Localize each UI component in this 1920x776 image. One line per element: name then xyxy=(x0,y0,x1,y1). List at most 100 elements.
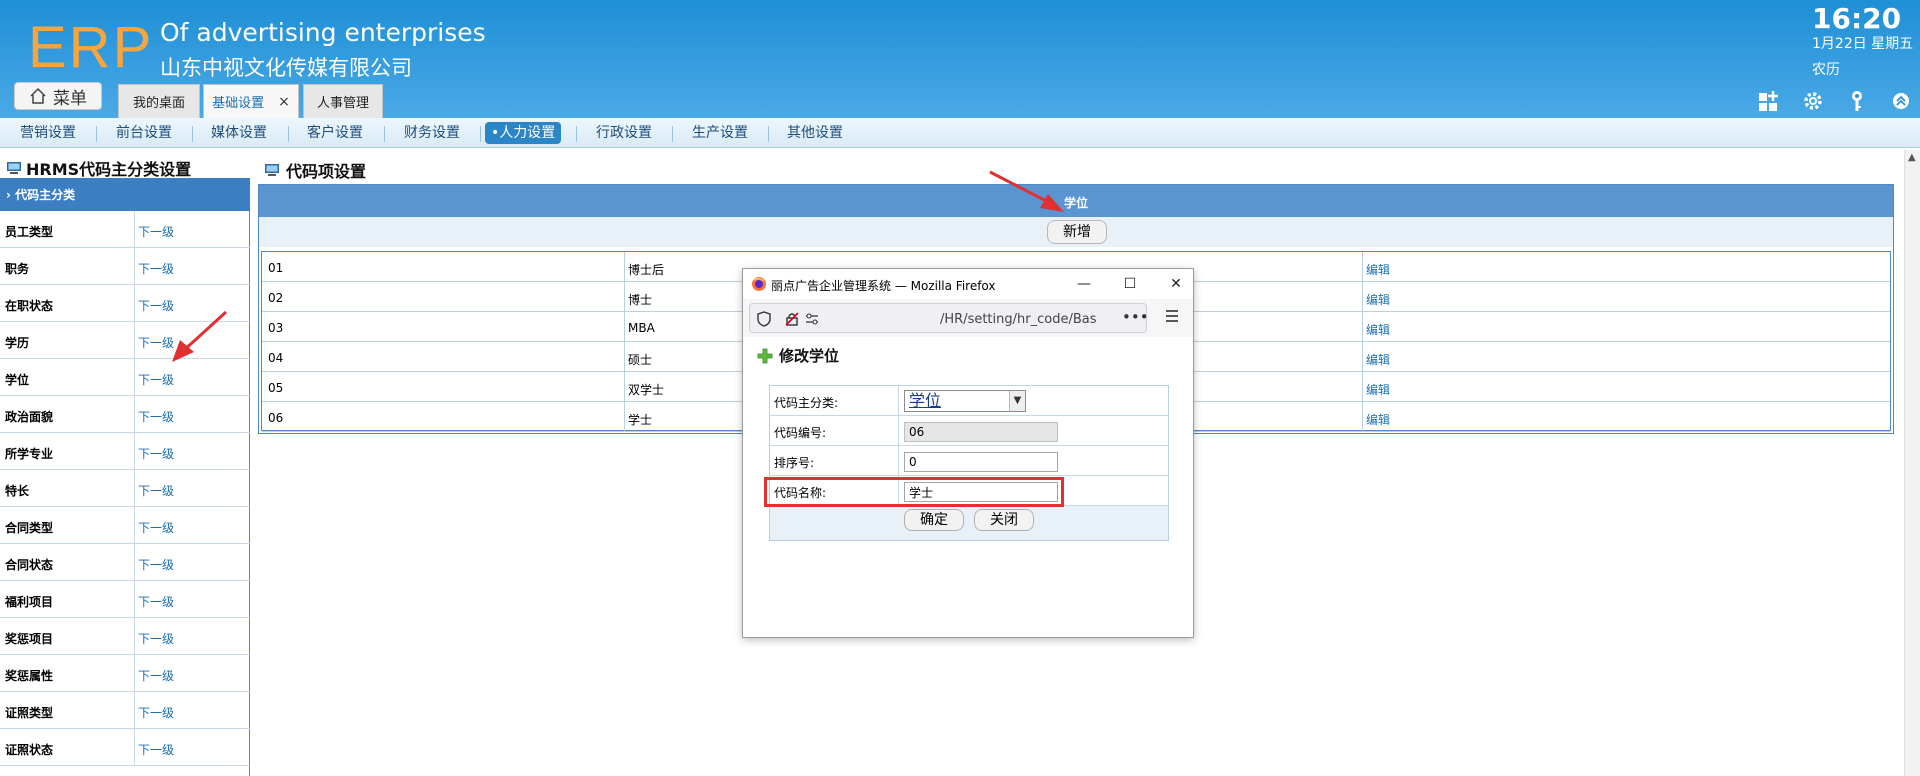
list-item: 政治面貌 下一级 xyxy=(0,396,250,433)
tab-label: 我的桌面 xyxy=(132,96,185,111)
close-icon[interactable]: × xyxy=(278,94,290,110)
subnav-production[interactable]: 生产设置 xyxy=(692,124,748,142)
category-name: 合同状态 xyxy=(5,558,54,572)
logo: ERP xyxy=(28,15,154,80)
next-level-link[interactable]: 下一级 xyxy=(138,445,174,462)
menu-button[interactable]: 菜单 xyxy=(14,82,102,110)
clock: 16:20 xyxy=(1812,2,1902,35)
subnav-frontdesk[interactable]: 前台设置 xyxy=(116,124,172,142)
category-name: 学位 xyxy=(5,373,30,387)
menu-label: 菜单 xyxy=(53,88,87,109)
next-level-link[interactable]: 下一级 xyxy=(138,223,174,240)
shield-icon xyxy=(757,311,771,327)
code-cell: 05 xyxy=(268,381,284,395)
edit-link[interactable]: 编辑 xyxy=(1366,411,1390,428)
plus-icon xyxy=(757,348,773,363)
form-row-order: 排序号: xyxy=(770,446,1168,476)
divider xyxy=(768,126,769,142)
maximize-icon[interactable]: ☐ xyxy=(1119,273,1141,295)
gear-icon[interactable] xyxy=(1800,88,1826,114)
table-header-label: 学位 xyxy=(1063,196,1088,210)
list-item: 奖惩属性 下一级 xyxy=(0,655,250,692)
edit-link[interactable]: 编辑 xyxy=(1366,261,1390,278)
tab-hr-management[interactable]: 人事管理 xyxy=(303,84,383,118)
close-icon[interactable]: ✕ xyxy=(1165,273,1187,295)
category-name: 所学专业 xyxy=(5,447,54,461)
order-field[interactable] xyxy=(904,452,1058,472)
edit-form-title: 修改学位 xyxy=(757,345,839,366)
confirm-button[interactable]: 确定 xyxy=(904,509,964,531)
name-cell: 博士 xyxy=(628,293,653,307)
next-level-link[interactable]: 下一级 xyxy=(138,593,174,610)
key-icon[interactable] xyxy=(1844,88,1870,114)
list-item: 合同类型 下一级 xyxy=(0,507,250,544)
minimize-icon[interactable]: — xyxy=(1073,273,1095,295)
subnav-hr[interactable]: •人力设置 xyxy=(485,122,562,144)
list-item: 合同状态 下一级 xyxy=(0,544,250,581)
layout-icon[interactable] xyxy=(1756,88,1782,114)
popup-titlebar: 丽点广告企业管理系统 — Mozilla Firefox — ☐ ✕ xyxy=(743,269,1193,299)
next-level-link[interactable]: 下一级 xyxy=(138,334,174,351)
edit-link[interactable]: 编辑 xyxy=(1366,291,1390,308)
category-select[interactable]: 学位 ▼ xyxy=(904,390,1026,412)
next-level-link[interactable]: 下一级 xyxy=(138,519,174,536)
url-bar[interactable]: /HR/setting/hr_code/Bas ••• xyxy=(749,303,1149,333)
divider xyxy=(672,126,673,142)
category-name: 证照状态 xyxy=(5,743,54,757)
edit-link[interactable]: 编辑 xyxy=(1366,351,1390,368)
subnav-media[interactable]: 媒体设置 xyxy=(211,124,267,142)
next-level-link[interactable]: 下一级 xyxy=(138,741,174,758)
edit-link[interactable]: 编辑 xyxy=(1366,321,1390,338)
lunar-calendar-link[interactable]: 农历 xyxy=(1812,59,1840,79)
next-level-link[interactable]: 下一级 xyxy=(138,630,174,647)
code-field[interactable] xyxy=(904,422,1058,442)
name-cell: MBA xyxy=(628,321,655,335)
edit-link[interactable]: 编辑 xyxy=(1366,381,1390,398)
scrollbar[interactable] xyxy=(1904,150,1920,776)
chevron-down-icon: ▼ xyxy=(1009,391,1025,411)
subnav-customer[interactable]: 客户设置 xyxy=(307,124,363,142)
subnav-other[interactable]: 其他设置 xyxy=(787,124,843,142)
computer-icon xyxy=(7,162,21,174)
next-level-link[interactable]: 下一级 xyxy=(138,667,174,684)
date-label: 1月22日 星期五 xyxy=(1812,36,1914,52)
category-name: 福利项目 xyxy=(5,595,54,609)
collapse-icon[interactable] xyxy=(1888,88,1914,114)
divider xyxy=(480,126,481,142)
order-label: 排序号: xyxy=(774,456,815,470)
close-button[interactable]: 关闭 xyxy=(974,509,1034,531)
list-item: 学位 下一级 xyxy=(0,359,250,396)
more-icon[interactable]: ••• xyxy=(1122,308,1149,326)
code-cell: 03 xyxy=(268,321,284,335)
next-level-link[interactable]: 下一级 xyxy=(138,482,174,499)
list-item: 福利项目 下一级 xyxy=(0,581,250,618)
code-cell: 04 xyxy=(268,351,284,365)
add-button[interactable]: 新增 xyxy=(1047,220,1107,244)
subnav-marketing[interactable]: 营销设置 xyxy=(20,124,76,142)
scroll-up-icon[interactable]: ▲ xyxy=(1908,152,1916,163)
next-level-link[interactable]: 下一级 xyxy=(138,260,174,277)
subnav-admin[interactable]: 行政设置 xyxy=(596,124,652,142)
divider xyxy=(576,126,577,142)
next-level-link[interactable]: 下一级 xyxy=(138,371,174,388)
permissions-icon xyxy=(806,313,818,325)
name-cell: 学士 xyxy=(628,413,653,427)
next-level-link[interactable]: 下一级 xyxy=(138,297,174,314)
category-name: 合同类型 xyxy=(5,521,54,535)
next-level-link[interactable]: 下一级 xyxy=(138,556,174,573)
subnav-finance[interactable]: 财务设置 xyxy=(404,124,460,142)
form-actions: 确定 关闭 xyxy=(770,506,1168,540)
category-name: 职务 xyxy=(5,262,30,276)
toolbar: 新增 xyxy=(259,217,1893,247)
tab-my-desktop[interactable]: 我的桌面 xyxy=(118,84,200,118)
tab-label: 人事管理 xyxy=(316,96,369,111)
tab-basic-settings[interactable]: 基础设置 × xyxy=(203,84,299,118)
main-title: 代码项设置 xyxy=(264,158,366,182)
list-item: 所学专业 下一级 xyxy=(0,433,250,470)
next-level-link[interactable]: 下一级 xyxy=(138,408,174,425)
category-name: 学历 xyxy=(5,336,30,350)
next-level-link[interactable]: 下一级 xyxy=(138,704,174,721)
edit-form: 代码主分类: 学位▼ 代码编号: 排序号: 代码名称: 确定 关闭 xyxy=(769,385,1169,541)
hamburger-menu-icon[interactable] xyxy=(1163,307,1181,325)
name-cell: 硕士 xyxy=(628,353,653,367)
